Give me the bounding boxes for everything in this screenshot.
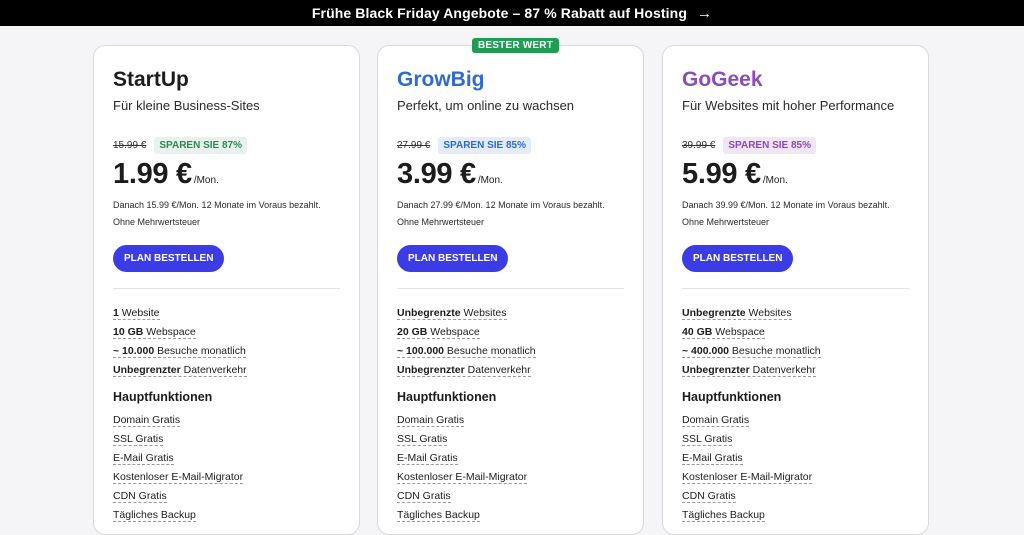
section-title: Hauptfunktionen [397,390,497,404]
spec-item[interactable]: 20 GB Webspace [397,324,624,343]
price-period: /Mon. [193,175,219,186]
plan-name: StartUp [113,68,189,91]
price-note: Danach 15.99 €/Mon. 12 Monate im Voraus … [113,200,321,227]
price-value: 5.99 € [682,158,761,190]
section-title: Hauptfunktionen [682,390,782,404]
feature-list: Domain Gratis SSL Gratis E-Mail Gratis K… [113,412,340,526]
feature-item[interactable]: E-Mail Gratis [397,450,624,469]
price-period: /Mon. [477,175,503,186]
order-plan-button[interactable]: PLAN BESTELLEN [113,245,225,272]
pricing-cards: StartUp Für kleine Business-Sites 15.99 … [0,38,1024,535]
spec-item[interactable]: Unbegrenzter Datenverkehr [397,362,624,381]
order-plan-button[interactable]: PLAN BESTELLEN [682,245,794,272]
save-badge: SPAREN SIE 87% [154,137,247,154]
promo-banner-text[interactable]: Frühe Black Friday Angebote – 87 % Rabat… [312,5,687,21]
spec-item[interactable]: 10 GB Webspace [113,324,340,343]
spec-item[interactable]: ~ 100.000 Besuche monatlich [397,343,624,362]
best-value-badge: BESTER WERT [472,38,559,53]
price-row: 39.99 € SPAREN SIE 85% [682,137,909,154]
plan-card-gogeek: GoGeek Für Websites mit hoher Performanc… [662,45,929,535]
feature-item[interactable]: Domain Gratis [113,412,340,431]
feature-item[interactable]: Kostenloser E-Mail-Migrator [113,469,340,488]
spec-item[interactable]: 1 Website [113,305,340,324]
feature-item[interactable]: Tägliches Backup [113,507,340,526]
divider [682,288,909,289]
spec-item[interactable]: Unbegrenzter Datenverkehr [113,362,340,381]
feature-item[interactable]: Domain Gratis [397,412,624,431]
price-note: Danach 27.99 €/Mon. 12 Monate im Voraus … [397,200,605,227]
feature-item[interactable]: Kostenloser E-Mail-Migrator [397,469,624,488]
spec-list: Unbegrenzte Websites 40 GB Webspace ~ 40… [682,305,909,381]
old-price: 39.99 € [682,140,716,151]
section-title: Hauptfunktionen [113,390,213,404]
feature-list: Domain Gratis SSL Gratis E-Mail Gratis K… [397,412,624,526]
plan-name: GrowBig [397,68,485,91]
plan-description: Für kleine Business-Sites [113,98,260,113]
price-main: 3.99 € /Mon. [397,158,624,191]
plan-description: Für Websites mit hoher Performance [682,98,895,113]
spec-item[interactable]: 40 GB Webspace [682,324,909,343]
plan-card-startup: StartUp Für kleine Business-Sites 15.99 … [93,45,360,535]
price-main: 5.99 € /Mon. [682,158,909,191]
spec-item[interactable]: ~ 400.000 Besuche monatlich [682,343,909,362]
feature-item[interactable]: E-Mail Gratis [113,450,340,469]
feature-item[interactable]: E-Mail Gratis [682,450,909,469]
old-price: 27.99 € [397,140,431,151]
feature-item[interactable]: SSL Gratis [682,431,909,450]
save-badge: SPAREN SIE 85% [723,137,816,154]
spec-item[interactable]: Unbegrenzte Websites [397,305,624,324]
save-badge: SPAREN SIE 85% [438,137,531,154]
feature-item[interactable]: Kostenloser E-Mail-Migrator [682,469,909,488]
feature-item[interactable]: CDN Gratis [113,488,340,507]
price-note: Danach 39.99 €/Mon. 12 Monate im Voraus … [682,200,890,227]
feature-item[interactable]: Domain Gratis [682,412,909,431]
price-main: 1.99 € /Mon. [113,158,340,191]
price-row: 15.99 € SPAREN SIE 87% [113,137,340,154]
plan-card-growbig: BESTER WERT GrowBig Perfekt, um online z… [377,38,644,535]
divider [113,288,340,289]
feature-item[interactable]: Tägliches Backup [682,507,909,526]
spec-item[interactable]: ~ 10.000 Besuche monatlich [113,343,340,362]
feature-item[interactable]: Tägliches Backup [397,507,624,526]
plan-description: Perfekt, um online zu wachsen [397,98,575,113]
feature-list: Domain Gratis SSL Gratis E-Mail Gratis K… [682,412,909,526]
spec-item[interactable]: Unbegrenzte Websites [682,305,909,324]
order-plan-button[interactable]: PLAN BESTELLEN [397,245,509,272]
price-value: 1.99 € [113,158,192,190]
divider [397,288,624,289]
feature-item[interactable]: CDN Gratis [397,488,624,507]
spec-list: Unbegrenzte Websites 20 GB Webspace ~ 10… [397,305,624,381]
spec-list: 1 Website 10 GB Webspace ~ 10.000 Besuch… [113,305,340,381]
spec-item[interactable]: Unbegrenzter Datenverkehr [682,362,909,381]
feature-item[interactable]: CDN Gratis [682,488,909,507]
price-value: 3.99 € [397,158,476,190]
price-row: 27.99 € SPAREN SIE 85% [397,137,624,154]
feature-item[interactable]: SSL Gratis [397,431,624,450]
price-period: /Mon. [762,175,788,186]
arrow-right-icon[interactable]: → [697,5,712,22]
promo-banner[interactable]: Frühe Black Friday Angebote – 87 % Rabat… [0,0,1024,26]
plan-name: GoGeek [682,68,763,91]
feature-item[interactable]: SSL Gratis [113,431,340,450]
old-price: 15.99 € [113,140,147,151]
